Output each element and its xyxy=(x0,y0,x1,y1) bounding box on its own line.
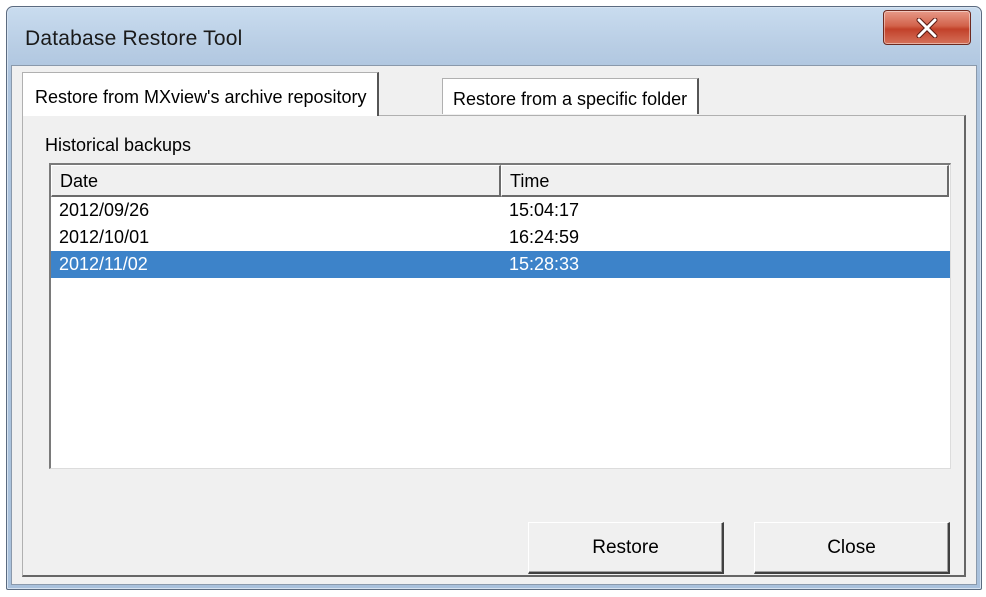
dialog-window: Database Restore Tool Restore from MXvie… xyxy=(6,6,982,590)
row-date: 2012/09/26 xyxy=(59,200,150,220)
row-date: 2012/11/02 xyxy=(59,254,148,274)
listview-rows: 2012/09/26 15:04:17 2012/10/01 16:24:59 … xyxy=(51,197,950,278)
row-time: 16:24:59 xyxy=(509,227,580,247)
table-row[interactable]: 2012/10/01 16:24:59 xyxy=(51,224,950,251)
close-x-icon xyxy=(916,17,938,38)
close-button[interactable]: Close xyxy=(754,522,950,574)
tab-archive-repository[interactable]: Restore from MXview's archive repository xyxy=(22,72,379,116)
backups-listview[interactable]: Date Time 2012/09/26 15:04:17 2012/10/01… xyxy=(49,163,951,469)
column-header-time[interactable]: Time xyxy=(501,165,949,197)
historical-backups-label: Historical backups xyxy=(45,135,192,155)
dialog-client-area: Restore from MXview's archive repository… xyxy=(11,65,977,585)
row-time: 15:28:33 xyxy=(509,254,580,274)
row-date: 2012/10/01 xyxy=(59,227,150,247)
row-time: 15:04:17 xyxy=(509,200,580,220)
restore-button[interactable]: Restore xyxy=(528,522,724,574)
tab-specific-folder[interactable]: Restore from a specific folder xyxy=(442,78,700,114)
table-row-selected[interactable]: 2012/11/02 15:28:33 xyxy=(51,251,950,278)
tab-panel: Historical backups Date Time 2012/09/26 … xyxy=(22,115,966,577)
window-close-button[interactable] xyxy=(883,10,971,45)
table-row[interactable]: 2012/09/26 15:04:17 xyxy=(51,197,950,224)
window-title: Database Restore Tool xyxy=(25,27,243,50)
listview-header: Date Time xyxy=(51,165,950,197)
column-header-date[interactable]: Date xyxy=(51,165,501,197)
title-bar[interactable]: Database Restore Tool xyxy=(7,7,981,65)
